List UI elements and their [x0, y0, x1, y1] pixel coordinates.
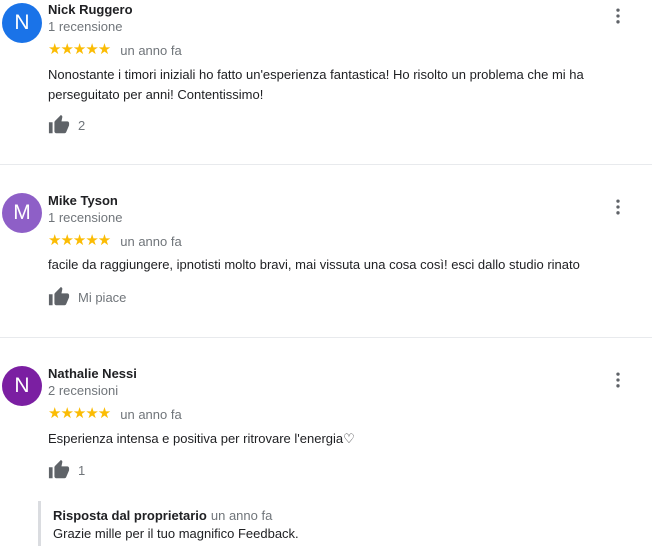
review-date: un anno fa	[120, 406, 182, 422]
thumb-up-icon	[48, 459, 70, 481]
reply-title: Risposta dal proprietario	[53, 508, 207, 523]
more-vert-icon	[608, 6, 628, 31]
avatar-letter: N	[14, 374, 30, 397]
review-card: M Mike Tyson 1 recensione ★★★★★ un anno …	[0, 165, 652, 337]
review-text: facile da raggiungere, ipnotisti molto b…	[48, 257, 580, 272]
star-rating: ★★★★★	[48, 405, 111, 422]
more-vert-icon	[608, 370, 628, 395]
reviewer-name[interactable]: Nick Ruggero	[48, 2, 133, 17]
avatar-letter: N	[14, 11, 30, 34]
like-button[interactable]: 1	[48, 459, 85, 481]
avatar[interactable]: M	[2, 193, 42, 233]
more-options-button[interactable]	[608, 199, 628, 219]
review-card: N Nick Ruggero 1 recensione ★★★★★ un ann…	[0, 0, 652, 164]
rating-row: ★★★★★ un anno fa	[48, 42, 182, 58]
reply-date: un anno fa	[210, 508, 273, 523]
avatar[interactable]: N	[2, 366, 42, 406]
review-count: 1 recensione	[48, 19, 123, 34]
thumb-up-icon	[48, 286, 70, 308]
reviews-page: N Nick Ruggero 1 recensione ★★★★★ un ann…	[0, 0, 670, 546]
review-date: un anno fa	[120, 233, 182, 249]
avatar[interactable]: N	[2, 3, 42, 43]
reply-text: Grazie mille per il tuo magnifico Feedba…	[53, 526, 299, 541]
star-rating: ★★★★★	[48, 41, 111, 58]
avatar-letter: M	[13, 201, 31, 224]
owner-reply: Risposta dal proprietario un anno fa Graz…	[38, 501, 641, 546]
like-label: Mi piace	[78, 289, 127, 305]
more-vert-icon	[608, 197, 628, 222]
more-options-button[interactable]	[608, 372, 628, 392]
review-card: N Nathalie Nessi 2 recensioni ★★★★★ un a…	[0, 338, 652, 498]
star-rating: ★★★★★	[48, 232, 111, 249]
review-text: Nonostante i timori iniziali ho fatto un…	[48, 67, 584, 102]
thumb-up-icon	[48, 114, 70, 136]
more-options-button[interactable]	[608, 8, 628, 28]
review-count: 1 recensione	[48, 210, 123, 225]
review-date: un anno fa	[120, 42, 182, 58]
reviewer-name[interactable]: Mike Tyson	[48, 193, 118, 208]
like-count: 1	[78, 462, 86, 478]
rating-row: ★★★★★ un anno fa	[48, 406, 182, 422]
rating-row: ★★★★★ un anno fa	[48, 233, 182, 249]
like-button[interactable]: 2	[48, 114, 85, 136]
review-text: Esperienza intensa e positiva per ritrov…	[48, 431, 355, 446]
like-count: 2	[78, 117, 86, 133]
like-button[interactable]: Mi piace	[48, 286, 126, 308]
reply-header: Risposta dal proprietario un anno fa	[53, 508, 272, 523]
review-count: 2 recensioni	[48, 383, 119, 398]
reviewer-name[interactable]: Nathalie Nessi	[48, 366, 137, 381]
